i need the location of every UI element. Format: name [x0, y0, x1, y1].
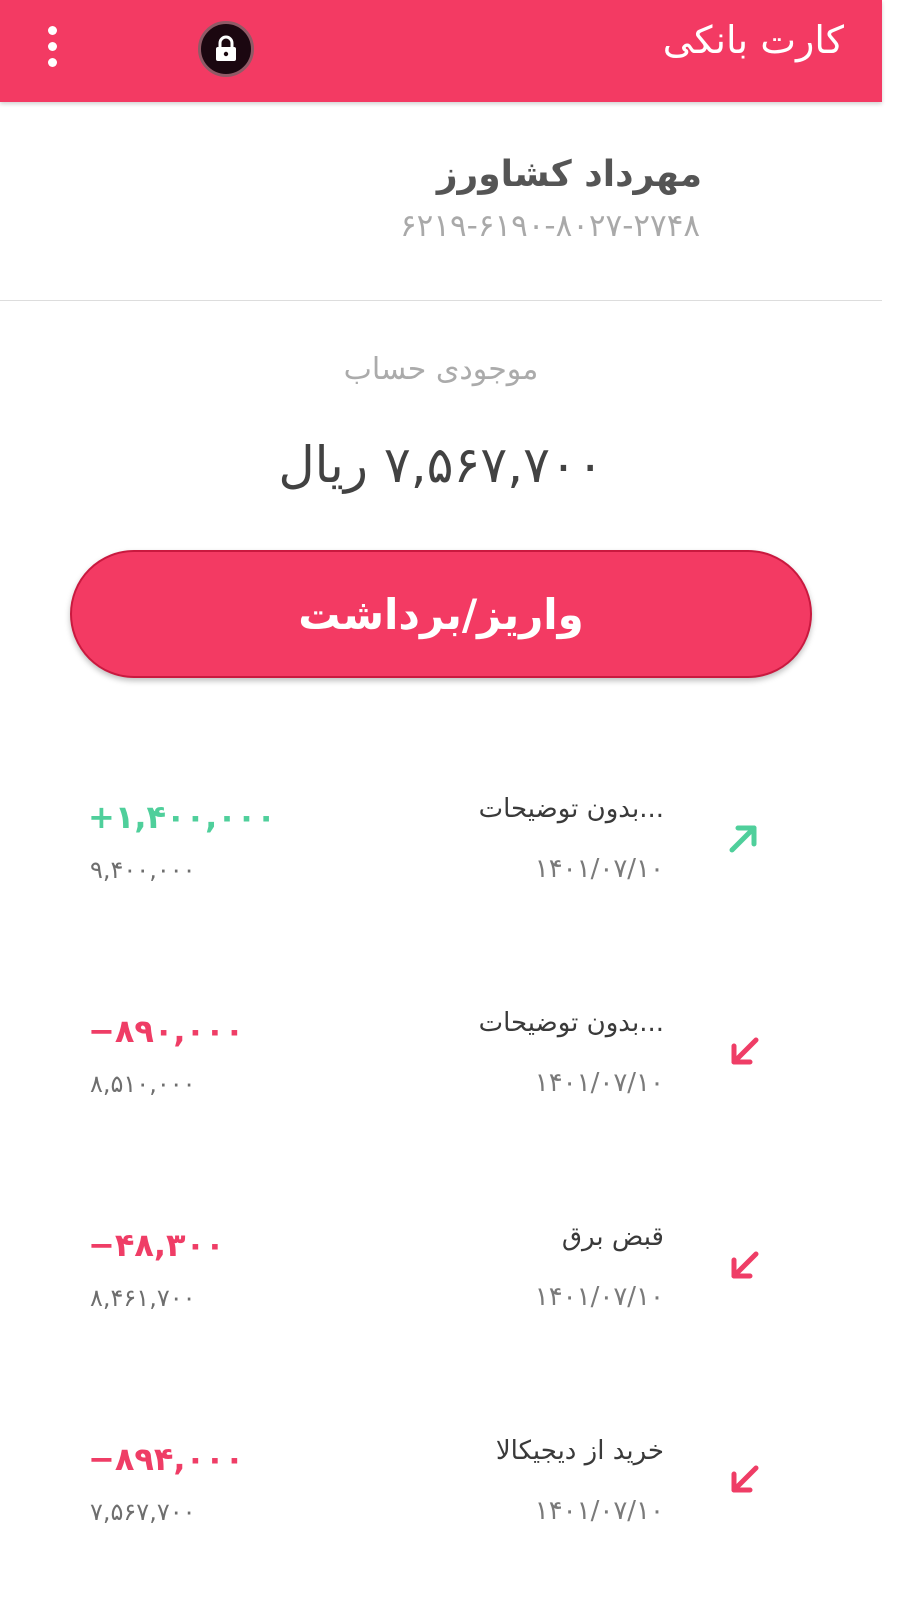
page-title: کارت بانکی	[662, 18, 844, 62]
transaction-balance: ۸,۴۶۱,۷۰۰	[90, 1284, 196, 1312]
transaction-row[interactable]: +۱,۴۰۰,۰۰۰ ۹,۴۰۰,۰۰۰ ...بدون توضیحات ۱۴۰…	[0, 742, 882, 956]
transaction-description: قبض برق	[561, 1222, 664, 1252]
transaction-amount: −۸۹۴,۰۰۰	[88, 1440, 245, 1478]
transaction-date: ۱۴۰۱/۰۷/۱۰	[534, 1068, 664, 1098]
transaction-amount: −۸۹۰,۰۰۰	[88, 1012, 245, 1050]
card-info: مهرداد کشاورز ۶۲۱۹-۶۱۹۰-۸۰۲۷-۲۷۴۸	[0, 102, 882, 301]
arrow-down-left-icon	[731, 1251, 759, 1279]
arrow-down-left-icon	[731, 1465, 759, 1493]
transaction-date: ۱۴۰۱/۰۷/۱۰	[534, 1282, 664, 1312]
menu-dot	[47, 25, 57, 35]
transaction-balance: ۷,۵۶۷,۷۰۰	[90, 1498, 196, 1526]
menu-dot	[47, 57, 57, 67]
transaction-row[interactable]: −۴۸,۳۰۰ ۸,۴۶۱,۷۰۰ قبض برق ۱۴۰۱/۰۷/۱۰	[0, 1170, 882, 1384]
transaction-balance: ۹,۴۰۰,۰۰۰	[90, 856, 196, 884]
transaction-balance: ۸,۵۱۰,۰۰۰	[90, 1070, 196, 1098]
balance-label: موجودی حساب	[343, 352, 539, 387]
transaction-description: ...بدون توضیحات	[478, 794, 664, 824]
transaction-date: ۱۴۰۱/۰۷/۱۰	[534, 1496, 664, 1526]
lock-button[interactable]	[198, 21, 254, 77]
more-vertical-icon[interactable]	[30, 18, 74, 74]
card-holder-name: مهرداد کشاورز	[436, 154, 702, 195]
lock-icon	[216, 35, 236, 61]
arrow-down-left-icon	[731, 1037, 759, 1065]
arrow-up-right-icon	[729, 825, 757, 853]
transaction-row[interactable]: −۸۹۴,۰۰۰ ۷,۵۶۷,۷۰۰ خرید از دیجیکالا ۱۴۰۱…	[0, 1384, 882, 1598]
card-number: ۶۲۱۹-۶۱۹۰-۸۰۲۷-۲۷۴۸	[400, 208, 700, 244]
deposit-withdraw-button[interactable]: واریز/برداشت	[70, 550, 812, 678]
transaction-date: ۱۴۰۱/۰۷/۱۰	[534, 854, 664, 884]
menu-dot	[47, 41, 57, 51]
app-bar: کارت بانکی	[0, 0, 882, 102]
transaction-row[interactable]: −۸۹۰,۰۰۰ ۸,۵۱۰,۰۰۰ ...بدون توضیحات ۱۴۰۱/…	[0, 956, 882, 1170]
transaction-description: ...بدون توضیحات	[478, 1008, 664, 1038]
balance-amount: ۷,۵۶۷,۷۰۰ ریال	[278, 436, 604, 494]
transaction-amount: +۱,۴۰۰,۰۰۰	[88, 798, 276, 836]
transaction-amount: −۴۸,۳۰۰	[88, 1226, 225, 1264]
transaction-description: خرید از دیجیکالا	[495, 1436, 664, 1466]
